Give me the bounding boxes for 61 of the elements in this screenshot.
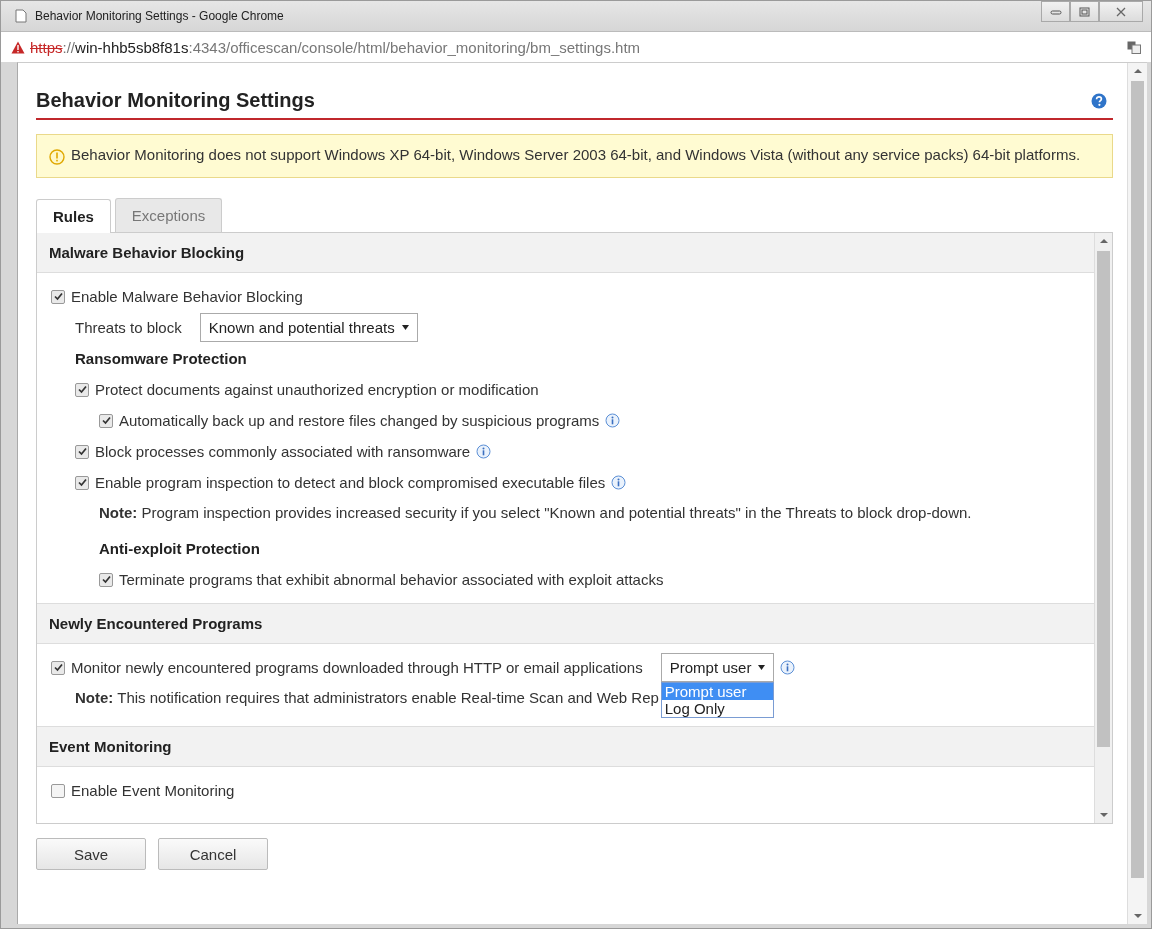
subsection-heading: Ransomware Protection [75, 349, 248, 369]
minimize-icon [1049, 7, 1062, 16]
page-title: Behavior Monitoring Settings [36, 89, 315, 112]
tab[interactable]: Rules [36, 199, 111, 233]
note-text: Note: This notification requires that administrators enable Real-time Scan and Web Rep [75, 688, 659, 708]
checkbox[interactable] [99, 572, 113, 587]
checkbox-label: Protect documents against unauthorized encryption or modification [95, 381, 539, 398]
warning-text: Behavior Monitoring does not support Windows XP 64-bit, Windows Server 2003 64-bit, and Windows Vista (without any service packs) 64-bit platforms. [71, 145, 1081, 165]
scrollbar[interactable] [1127, 63, 1147, 924]
checkbox-label: Enable Malware Behavior Blocking [71, 288, 303, 305]
maximize-button[interactable] [1070, 1, 1099, 22]
field-label: Threats to block [75, 319, 182, 336]
scroll-down-icon[interactable] [1133, 914, 1142, 918]
translate-icon[interactable] [1127, 40, 1141, 54]
url-scheme: https [30, 38, 63, 56]
checkbox-label: Terminate programs that exhibit abnormal behavior associated with exploit attacks [119, 571, 664, 588]
dropdown[interactable]: Known and potential threats [199, 313, 418, 342]
info-icon[interactable] [780, 660, 796, 675]
checkbox[interactable] [51, 660, 65, 675]
caret-icon [758, 665, 766, 670]
scroll-up-icon[interactable] [1099, 239, 1108, 243]
scroll-up-icon[interactable] [1133, 69, 1142, 73]
checkbox-label: Automatically back up and restore files changed by suspicious programs [119, 412, 600, 429]
window-title: Behavior Monitoring Settings - Google Chrome [35, 9, 285, 23]
checkbox[interactable] [75, 382, 89, 397]
help-icon[interactable] [1091, 92, 1107, 109]
form-button[interactable]: Cancel [158, 838, 268, 870]
checkbox[interactable] [75, 475, 89, 490]
close-icon [1116, 6, 1126, 17]
checkbox-label: Block processes commonly associated with ransomware [95, 443, 471, 460]
url-host: win-hhb5sb8f81s [75, 38, 189, 56]
caret-icon [401, 325, 409, 330]
info-icon[interactable] [476, 444, 492, 459]
scrollbar-thumb[interactable] [1097, 251, 1110, 747]
section-header: Event Monitoring [37, 726, 1094, 767]
checkbox[interactable] [51, 289, 65, 304]
checkbox[interactable] [75, 444, 89, 459]
url-separator: :// [62, 38, 76, 56]
subsection-heading: Anti-exploit Protection [99, 539, 261, 559]
info-icon[interactable] [611, 475, 627, 490]
section-header: Newly Encountered Programs [37, 603, 1094, 644]
section-header: Malware Behavior Blocking [37, 233, 1094, 273]
dropdown[interactable]: Prompt user [660, 653, 775, 682]
alert-icon [49, 149, 65, 165]
form-button[interactable]: Save [36, 838, 146, 870]
dropdown-option[interactable]: Log Only [661, 700, 774, 717]
scrollbar[interactable] [1094, 233, 1112, 823]
checkbox-label: Enable Event Monitoring [71, 782, 235, 799]
checkbox-label: Enable program inspection to detect and block compromised executable files [95, 474, 606, 491]
scrollbar-thumb[interactable] [1131, 81, 1144, 878]
url-path: :4343/officescan/console/html/behavior_monitoring/bm_settings.htm [188, 38, 641, 56]
minimize-button[interactable] [1041, 1, 1070, 22]
checkbox[interactable] [99, 413, 113, 428]
maximize-icon [1079, 6, 1090, 17]
checkbox-label: Monitor newly encountered programs downloaded through HTTP or email applications [71, 659, 643, 676]
scroll-down-icon[interactable] [1099, 813, 1108, 817]
page-icon [15, 9, 27, 23]
info-icon[interactable] [605, 413, 621, 428]
checkbox[interactable] [51, 783, 65, 798]
tab[interactable]: Exceptions [114, 198, 223, 232]
note-text: Note: Program inspection provides increased security if you select "Known and potential threats" in the Threats to block drop-down. [99, 503, 972, 523]
